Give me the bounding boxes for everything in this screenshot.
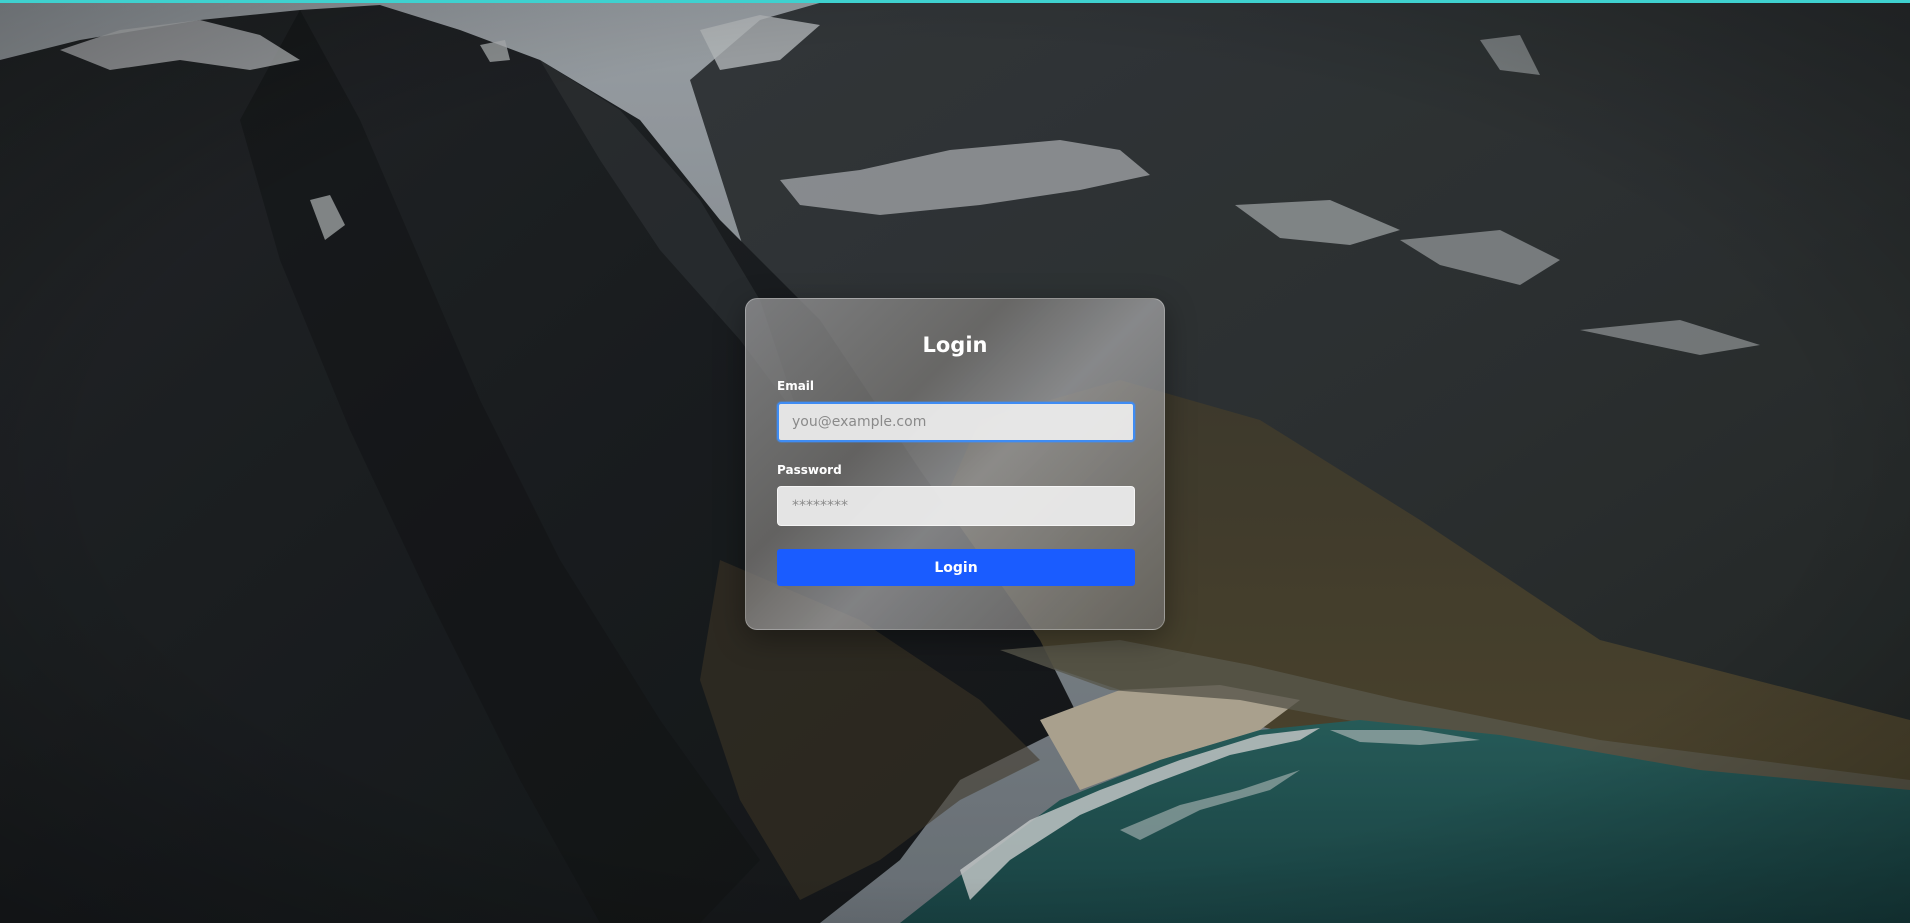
top-accent-bar — [0, 0, 1910, 3]
login-card: Login Email Password Login — [745, 298, 1165, 630]
password-input[interactable] — [777, 486, 1135, 526]
login-page: Login Email Password Login — [0, 0, 1910, 923]
password-label: Password — [777, 463, 842, 477]
email-input[interactable] — [777, 402, 1135, 442]
login-title: Login — [922, 333, 988, 357]
login-button[interactable]: Login — [777, 549, 1135, 586]
email-label: Email — [777, 379, 815, 393]
